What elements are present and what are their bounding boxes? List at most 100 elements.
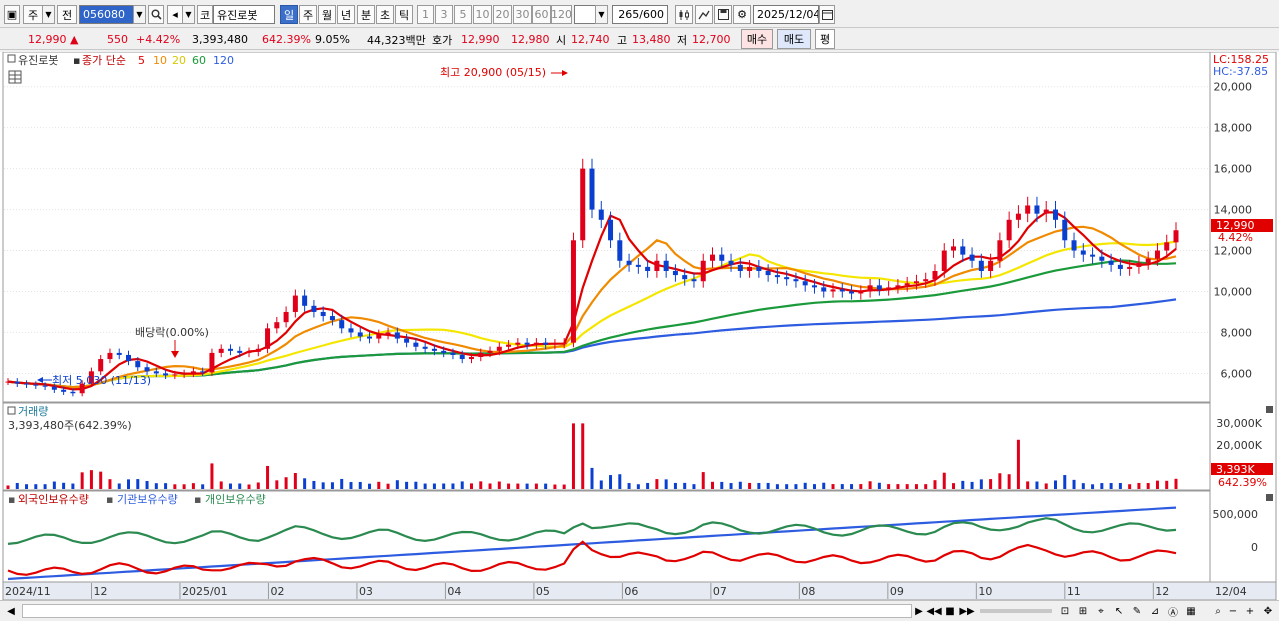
tab-year[interactable]: 년 [337,5,355,24]
period-icon[interactable]: ⊡ [1058,603,1072,619]
candle-body [867,285,873,292]
stock-code-input[interactable]: 056080 [79,5,134,24]
turnover-rate: 9.05% [315,33,350,46]
candle-type-icon[interactable] [675,5,693,24]
candle-body [923,279,929,282]
grid-icon[interactable]: ▦ [1184,603,1198,619]
buy-button[interactable]: 매수 [741,29,773,49]
interval-dropdown-icon[interactable]: ▼ [595,5,608,24]
eval-button[interactable]: 평 [815,29,835,49]
tab-second[interactable]: 초 [376,5,394,24]
candle-body [200,371,206,373]
zoom-slider[interactable] [980,609,1052,613]
volume-title: 거래량 [18,405,48,418]
interval-3[interactable]: 3 [435,5,453,24]
volume-bar [442,483,446,489]
zoom-icon[interactable]: ⌕ [1211,603,1225,619]
volume-bar [1063,475,1067,489]
tab-tick[interactable]: 틱 [395,5,413,24]
volume-panel[interactable] [2,402,1211,491]
tab-day[interactable]: 일 [280,5,298,24]
interval-120[interactable]: 120 [551,5,572,24]
sell-button[interactable]: 매도 [777,29,811,49]
stock-code-dropdown-icon[interactable]: ▼ [133,5,146,24]
candle-body [385,332,391,335]
volume-bar [89,470,93,489]
candle-body [135,361,141,368]
price-tick-label: 14,000 [1214,204,1253,217]
interval-1[interactable]: 1 [417,5,434,24]
settings-gear-icon[interactable]: ⚙ [733,5,751,24]
search-icon[interactable] [148,5,164,24]
candle-body [672,271,678,276]
chart-area[interactable]: 6,000 8,000 10,000 12,000 14,000 16,000 18,000… [0,51,1279,601]
candle-body [468,357,474,360]
volume-bar [1053,480,1057,489]
zoom-in-icon[interactable]: + [1244,603,1256,619]
candle-body [645,266,651,271]
volume-bar [868,481,872,489]
rewind-icon[interactable]: ◀◀ [926,603,941,619]
tab-week[interactable]: 주 [299,5,317,24]
interval-30[interactable]: 30 [513,5,532,24]
volume-bar [942,472,946,489]
volume-bar [729,483,733,489]
layout-icon[interactable]: ▣ [4,5,20,24]
compare-icon[interactable]: ⊞ [1076,603,1090,619]
stock-name-field[interactable]: 유진로봇 [213,5,275,24]
candle-body [895,285,901,288]
volume-bar [646,482,650,489]
fullscreen-icon[interactable]: ✥ [1261,603,1275,619]
holdings-bullet: ▪ [194,493,201,506]
tab-minute[interactable]: 분 [357,5,375,24]
volume-bar [590,467,594,489]
open-price: 12,740 [571,33,610,46]
volume-bar [692,484,696,489]
volume-bar [497,481,501,489]
draw-icon[interactable]: ✎ [1130,603,1144,619]
candle-body [126,354,132,362]
interval-5[interactable]: 5 [454,5,472,24]
sell-button-label: 매도 [783,33,805,46]
zoom-out-icon[interactable]: − [1227,603,1239,619]
stock-chart[interactable]: 6,000 8,000 10,000 12,000 14,000 16,000 18,000… [0,51,1279,601]
interval-20[interactable]: 20 [493,5,512,24]
pointer-icon[interactable]: ↖ [1112,603,1126,619]
speaker-icon[interactable]: ◂ [167,5,183,24]
volume-bar [850,484,854,489]
text-icon[interactable]: Ⓐ [1166,603,1180,619]
volume-panel-close-icon[interactable] [1266,406,1273,413]
scroll-right-icon[interactable]: ▶ [913,603,925,619]
tab-month[interactable]: 월 [318,5,336,24]
save-icon[interactable] [714,5,732,24]
volume-bar [618,474,622,489]
prev-button[interactable]: 전 [57,5,77,24]
holdings-panel-close-icon[interactable] [1266,494,1273,501]
speaker-dropdown-icon[interactable]: ▼ [182,5,195,24]
volume-bar [655,479,659,489]
date-field[interactable]: 2025/12/04 [753,5,819,24]
interval-10[interactable]: 10 [473,5,492,24]
candle-body [682,275,688,280]
line-tool-icon[interactable] [695,5,713,24]
candle-body [422,346,428,349]
crosshair-icon[interactable]: ⌖ [1094,603,1108,619]
scroll-left-icon[interactable]: ◀ [4,603,18,619]
forward-icon[interactable]: ▶▶ [959,603,974,619]
interval-custom-field[interactable] [574,5,596,24]
count-field[interactable]: 265/600 [612,5,668,24]
period-dropdown-icon[interactable]: ▼ [42,5,55,24]
period-select[interactable]: 주 [23,5,43,24]
chart-scrollbar[interactable] [22,604,912,618]
x-tick-label: 10 [978,585,992,598]
market-button[interactable]: 코 [197,5,213,24]
candle-body [988,260,994,271]
volume-bar [562,484,566,489]
stop-icon[interactable]: ■ [944,603,956,619]
volume-bar [998,473,1002,489]
calendar-icon[interactable] [819,5,835,24]
interval-60[interactable]: 60 [532,5,551,24]
candle-body [14,381,20,384]
candle-body [33,384,39,386]
ruler-icon[interactable]: ⊿ [1148,603,1162,619]
